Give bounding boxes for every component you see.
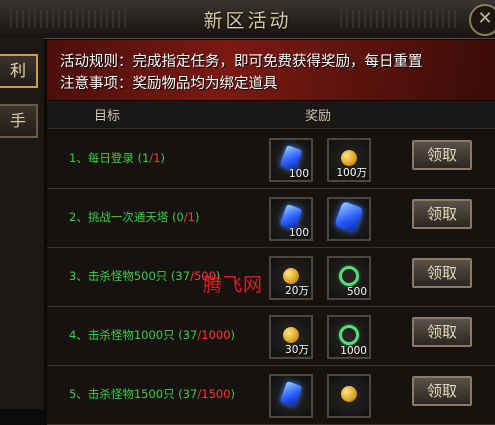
task-row: 5、击杀怪物1500只 (37/1500) 领取 <box>47 366 495 425</box>
task-label-close: ) <box>230 328 236 342</box>
rules-banner: 活动规则：完成指定任务，即可免费获得奖励，每日重置 注意事项：奖励物品均为绑定道… <box>47 40 495 100</box>
watermark: 腾飞网 <box>203 274 264 296</box>
reward-quantity: 1000 <box>340 345 367 357</box>
reward-slot[interactable]: 100万 <box>327 138 371 182</box>
reward-slot[interactable]: 100 <box>269 197 313 241</box>
task-label-close: ) <box>160 151 166 165</box>
task-label: 5、击杀怪物1500只 (37/1500) <box>69 386 235 402</box>
task-name: 3、击杀怪物500只 ( <box>69 269 176 283</box>
task-name: 1、每日登录 ( <box>69 151 142 165</box>
task-progress-current: 37 <box>182 387 198 401</box>
task-progress-current: 0 <box>176 210 184 224</box>
task-row: 3、击杀怪物500只 (37/500) 20万 500 领取 <box>47 248 495 307</box>
close-button[interactable]: ✕ <box>469 4 495 36</box>
task-progress-total: 1500 <box>201 387 231 401</box>
reward-slot[interactable] <box>269 374 313 418</box>
side-tab-panel: 利 手 <box>0 38 44 409</box>
task-label: 2、挑战一次通天塔 (0/1) <box>69 209 200 225</box>
task-label: 3、击杀怪物500只 (37/500) <box>69 268 220 284</box>
task-row: 1、每日登录 (1/1) 100 100万 领取 <box>47 130 495 189</box>
reward-quantity: 20万 <box>285 285 309 297</box>
table-header: 目标 奖励 <box>47 101 495 129</box>
task-progress-total: 1 <box>187 210 195 224</box>
blue-crystal-icon <box>334 201 364 233</box>
task-name: 4、击杀怪物1000只 ( <box>69 328 183 342</box>
task-progress-total: 1 <box>153 151 161 165</box>
task-progress-current: 37 <box>175 269 191 283</box>
task-name: 5、击杀怪物1500只 ( <box>69 387 183 401</box>
claim-button[interactable]: 领取 <box>412 140 472 170</box>
reward-slot[interactable] <box>327 374 371 418</box>
gold-coin-icon <box>283 327 299 343</box>
green-ring-icon <box>339 325 359 345</box>
reward-quantity: 100 <box>288 168 309 180</box>
side-tab-welfare[interactable]: 利 <box>0 54 38 88</box>
reward-quantity: 100 <box>288 227 309 239</box>
task-name: 2、挑战一次通天塔 ( <box>69 210 177 224</box>
task-row: 4、击杀怪物1000只 (37/1000) 30万 1000 领取 <box>47 307 495 366</box>
reward-slot[interactable]: 30万 <box>269 315 313 359</box>
green-ring-icon <box>339 266 359 286</box>
gold-coin-icon <box>341 386 357 402</box>
header-reward: 奖励 <box>305 109 332 124</box>
gold-coin-icon <box>341 150 357 166</box>
reward-quantity: 100万 <box>336 167 367 179</box>
task-row: 2、挑战一次通天塔 (0/1) 100 领取 <box>47 189 495 248</box>
reward-quantity: 30万 <box>285 344 309 356</box>
side-tab-newbie[interactable]: 手 <box>0 104 38 138</box>
reward-slot[interactable] <box>327 197 371 241</box>
window-title-bar: 新区活动 ✕ <box>0 0 495 39</box>
task-label: 1、每日登录 (1/1) <box>69 150 165 166</box>
task-progress-current: 37 <box>182 328 198 342</box>
claim-button[interactable]: 领取 <box>412 317 472 347</box>
title-ornament-right <box>340 10 460 28</box>
task-label-close: ) <box>230 387 236 401</box>
reward-slot[interactable]: 20万 <box>269 256 313 300</box>
task-progress-total: 1000 <box>201 328 231 342</box>
claim-button[interactable]: 领取 <box>412 258 472 288</box>
reward-slot[interactable]: 500 <box>327 256 371 300</box>
claim-button[interactable]: 领取 <box>412 376 472 406</box>
claim-button[interactable]: 领取 <box>412 199 472 229</box>
task-label-close: ) <box>195 210 200 224</box>
reward-quantity: 500 <box>346 286 367 298</box>
rules-text: 活动规则：完成指定任务，即可免费获得奖励，每日重置 <box>60 54 423 70</box>
blue-gem-icon <box>279 380 303 408</box>
reward-slot[interactable]: 100 <box>269 138 313 182</box>
notice-text: 注意事项：奖励物品均为绑定道具 <box>60 76 278 92</box>
header-target: 目标 <box>94 109 121 124</box>
gold-coin-icon <box>283 268 299 284</box>
reward-slot[interactable]: 1000 <box>327 315 371 359</box>
task-label: 4、击杀怪物1000只 (37/1000) <box>69 327 235 343</box>
